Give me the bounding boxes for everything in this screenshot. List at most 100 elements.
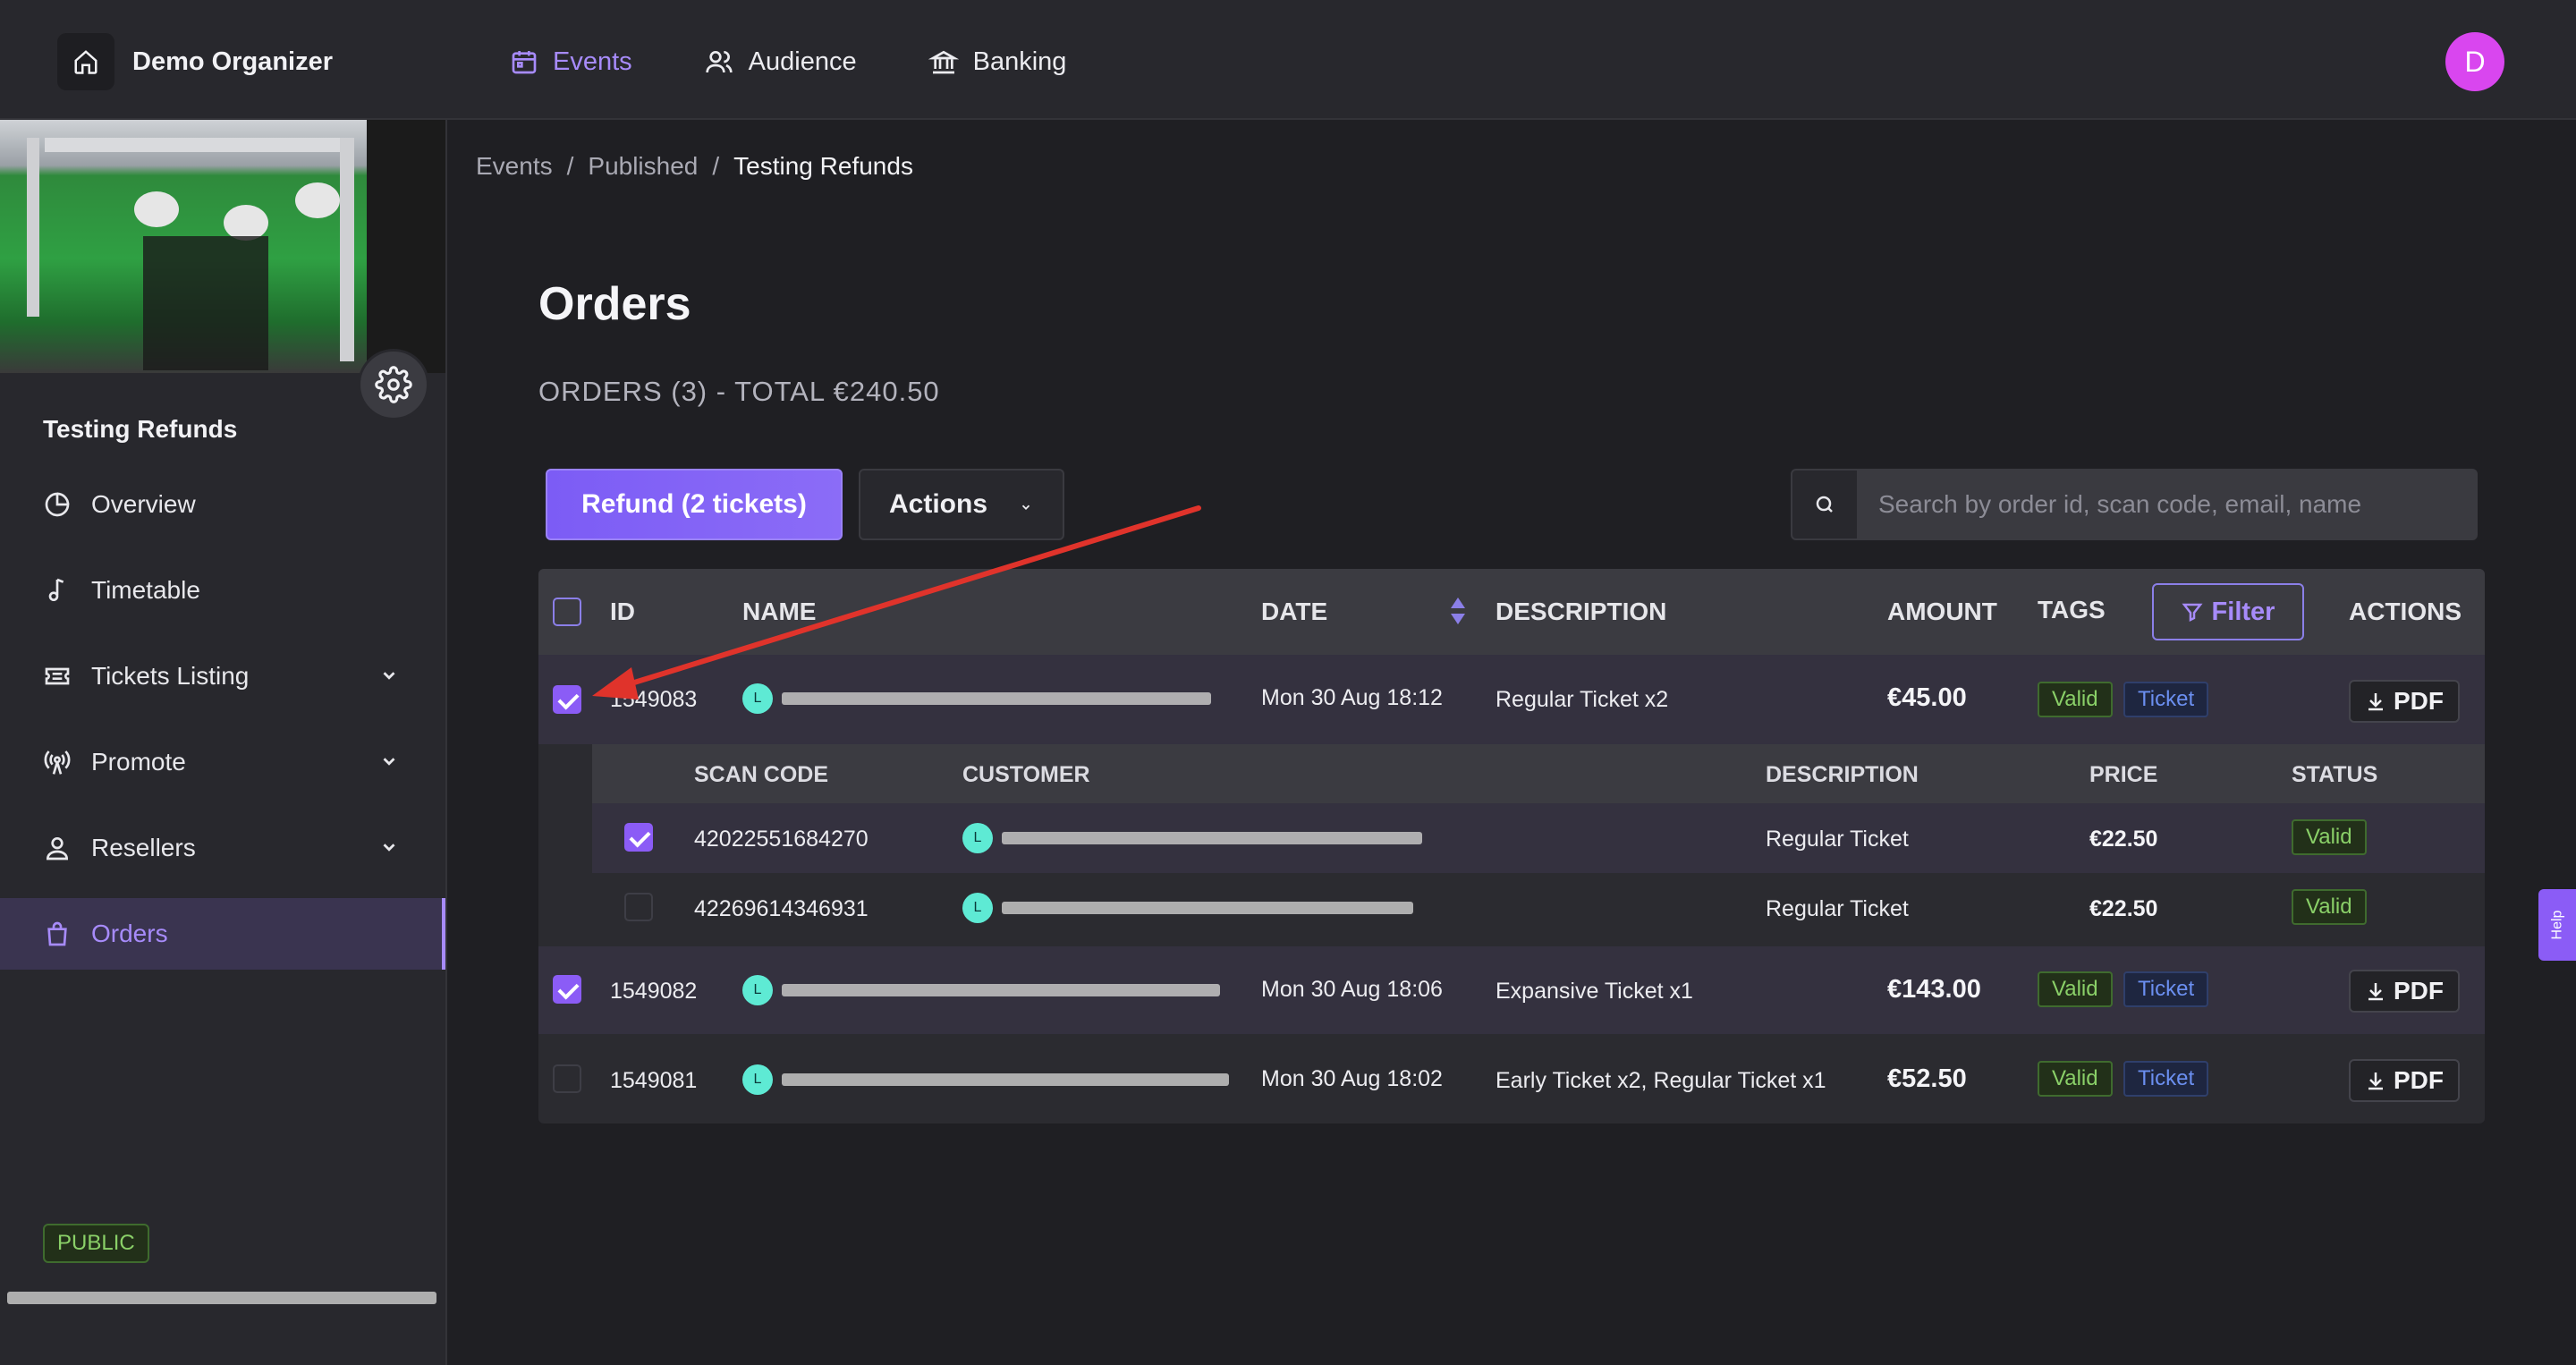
search-input[interactable] <box>1859 471 2476 538</box>
row-checkbox[interactable] <box>553 975 581 1004</box>
type-badge-ticket: Ticket <box>2123 1061 2209 1097</box>
sidebar-item-orders[interactable]: Orders <box>0 898 445 970</box>
status-badge-valid: Valid <box>2038 971 2113 1007</box>
order-date: Mon 30 Aug 18:12 <box>1261 685 1443 710</box>
order-amount: €143.00 <box>1887 975 1981 1004</box>
sort-icon[interactable] <box>1449 596 1467 626</box>
sidebar-item-label: Overview <box>91 490 196 518</box>
home-icon[interactable] <box>57 33 114 90</box>
help-tab[interactable]: Help <box>2538 889 2576 961</box>
sidebar: Testing Refunds Overview Timetable Ticke… <box>0 120 447 1365</box>
order-id: 1549081 <box>610 1068 698 1093</box>
table-row[interactable]: 1549081 L Mon 30 Aug 18:02 Early Ticket … <box>538 1034 2485 1122</box>
filter-icon <box>2181 603 2203 623</box>
chevron-down-icon <box>383 844 395 852</box>
download-icon <box>2368 983 2383 1001</box>
tickets-subtable-header: SCAN CODE CUSTOMER DESCRIPTION PRICE STA… <box>592 744 2485 803</box>
customer-avatar: L <box>962 893 993 923</box>
ticket-description: Regular Ticket <box>1766 827 1909 852</box>
sidebar-item-timetable[interactable]: Timetable <box>0 555 445 626</box>
event-status-badge: PUBLIC <box>43 1224 149 1263</box>
main-nav: Events Audience Banking <box>510 39 1138 84</box>
user-avatar[interactable]: D <box>2445 32 2504 91</box>
ticket-price: €22.50 <box>2089 896 2158 921</box>
users-icon <box>706 51 733 73</box>
filter-button[interactable]: Filter <box>2152 583 2304 640</box>
search-icon <box>1792 471 1859 538</box>
orders-summary: ORDERS (3) - TOTAL €240.50 <box>538 376 940 407</box>
table-row[interactable]: 1549082 L Mon 30 Aug 18:06 Expansive Tic… <box>538 946 2485 1034</box>
order-amount: €45.00 <box>1887 683 1967 712</box>
status-badge-valid: Valid <box>2038 1061 2113 1097</box>
ticket-status-badge: Valid <box>2292 889 2367 925</box>
user-icon <box>46 837 69 861</box>
order-date: Mon 30 Aug 18:02 <box>1261 1066 1443 1091</box>
sidebar-item-overview[interactable]: Overview <box>0 469 445 540</box>
download-icon <box>2368 693 2383 711</box>
broadcast-icon <box>44 750 71 775</box>
sidebar-item-label: Orders <box>91 920 168 947</box>
scan-code: 42022551684270 <box>694 827 869 852</box>
calendar-icon <box>512 51 537 74</box>
order-id: 1549082 <box>610 979 698 1004</box>
ticket-checkbox[interactable] <box>624 823 653 852</box>
ticket-row[interactable]: 42269614346931 L Regular Ticket €22.50 V… <box>592 873 2485 943</box>
ticket-row[interactable]: 42022551684270 L Regular Ticket €22.50 V… <box>592 803 2485 873</box>
row-checkbox[interactable] <box>553 1064 581 1093</box>
bank-icon <box>928 50 959 74</box>
column-status: STATUS <box>2292 762 2378 787</box>
nav-events[interactable]: Events <box>510 39 632 84</box>
pie-chart-icon <box>45 492 70 517</box>
nav-audience[interactable]: Audience <box>704 39 857 84</box>
customer-avatar: L <box>962 823 993 853</box>
type-badge-ticket: Ticket <box>2123 971 2209 1007</box>
column-actions: ACTIONS <box>2349 598 2462 625</box>
status-badge-valid: Valid <box>2038 682 2113 717</box>
pdf-download-button[interactable]: PDF <box>2349 970 2460 1013</box>
order-description: Early Ticket x2, Regular Ticket x1 <box>1496 1068 1826 1093</box>
chevron-down-icon <box>383 672 395 680</box>
gear-icon <box>375 366 412 403</box>
redacted-customer <box>1002 902 1413 914</box>
nav-banking[interactable]: Banking <box>928 39 1066 84</box>
column-ticket-description: DESCRIPTION <box>1766 762 1919 787</box>
sidebar-item-tickets-listing[interactable]: Tickets Listing <box>0 640 445 712</box>
type-badge-ticket: Ticket <box>2123 682 2209 717</box>
sidebar-item-label: Tickets Listing <box>91 662 250 690</box>
shopping-bag-icon <box>47 921 67 946</box>
pdf-download-button[interactable]: PDF <box>2349 1059 2460 1102</box>
scan-code: 42269614346931 <box>694 896 869 921</box>
page-title: Orders <box>538 278 691 330</box>
column-date[interactable]: DATE <box>1261 598 1327 626</box>
ticket-description: Regular Ticket <box>1766 896 1909 921</box>
event-settings-button[interactable] <box>358 349 429 420</box>
column-customer: CUSTOMER <box>962 762 1090 787</box>
sidebar-item-promote[interactable]: Promote <box>0 726 445 798</box>
column-amount[interactable]: AMOUNT <box>1887 598 1997 626</box>
annotation-arrow <box>592 505 1201 699</box>
order-amount: €52.50 <box>1887 1064 1967 1093</box>
breadcrumb: Events / Published / Testing Refunds <box>476 152 913 181</box>
search-box <box>1791 469 2478 540</box>
customer-avatar: L <box>742 975 773 1005</box>
sidebar-item-resellers[interactable]: Resellers <box>0 812 445 884</box>
breadcrumb-events[interactable]: Events <box>476 152 553 181</box>
column-description[interactable]: DESCRIPTION <box>1496 598 1666 626</box>
order-date: Mon 30 Aug 18:06 <box>1261 977 1443 1002</box>
organizer-brand[interactable]: Demo Organizer <box>57 30 333 93</box>
breadcrumb-published[interactable]: Published <box>588 152 698 181</box>
pdf-label: PDF <box>2394 687 2444 715</box>
column-tags: TAGS <box>2038 596 2106 623</box>
table-row[interactable]: 1549083 L Mon 30 Aug 18:12 Regular Ticke… <box>538 655 2485 1122</box>
ticket-checkbox[interactable] <box>624 893 653 921</box>
pdf-download-button[interactable]: PDF <box>2349 680 2460 723</box>
redacted-customer <box>1002 832 1422 844</box>
column-price: PRICE <box>2089 762 2158 787</box>
event-cover-image <box>0 120 445 373</box>
breadcrumb-current: Testing Refunds <box>733 152 913 180</box>
ticket-price: €22.50 <box>2089 827 2158 852</box>
organizer-name: Demo Organizer <box>132 47 333 76</box>
chevron-down-icon <box>383 758 395 766</box>
music-note-icon <box>48 578 64 601</box>
help-label: Help <box>2549 910 2564 940</box>
